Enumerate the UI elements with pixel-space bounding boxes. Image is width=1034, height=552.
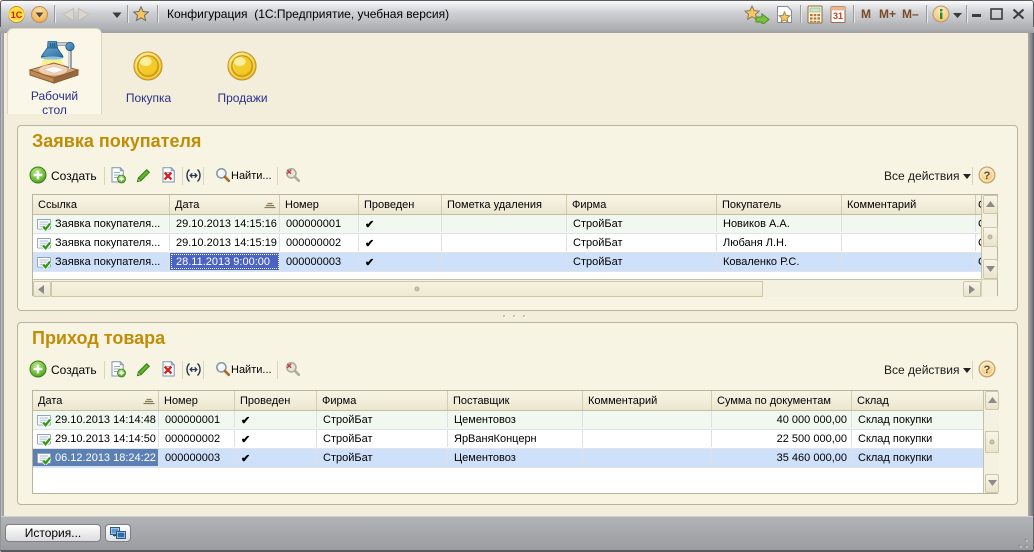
svg-text:?: ?: [984, 364, 991, 376]
svg-text:?: ?: [984, 170, 991, 182]
svg-text:31: 31: [833, 11, 843, 21]
svg-text:1С: 1С: [11, 10, 23, 20]
